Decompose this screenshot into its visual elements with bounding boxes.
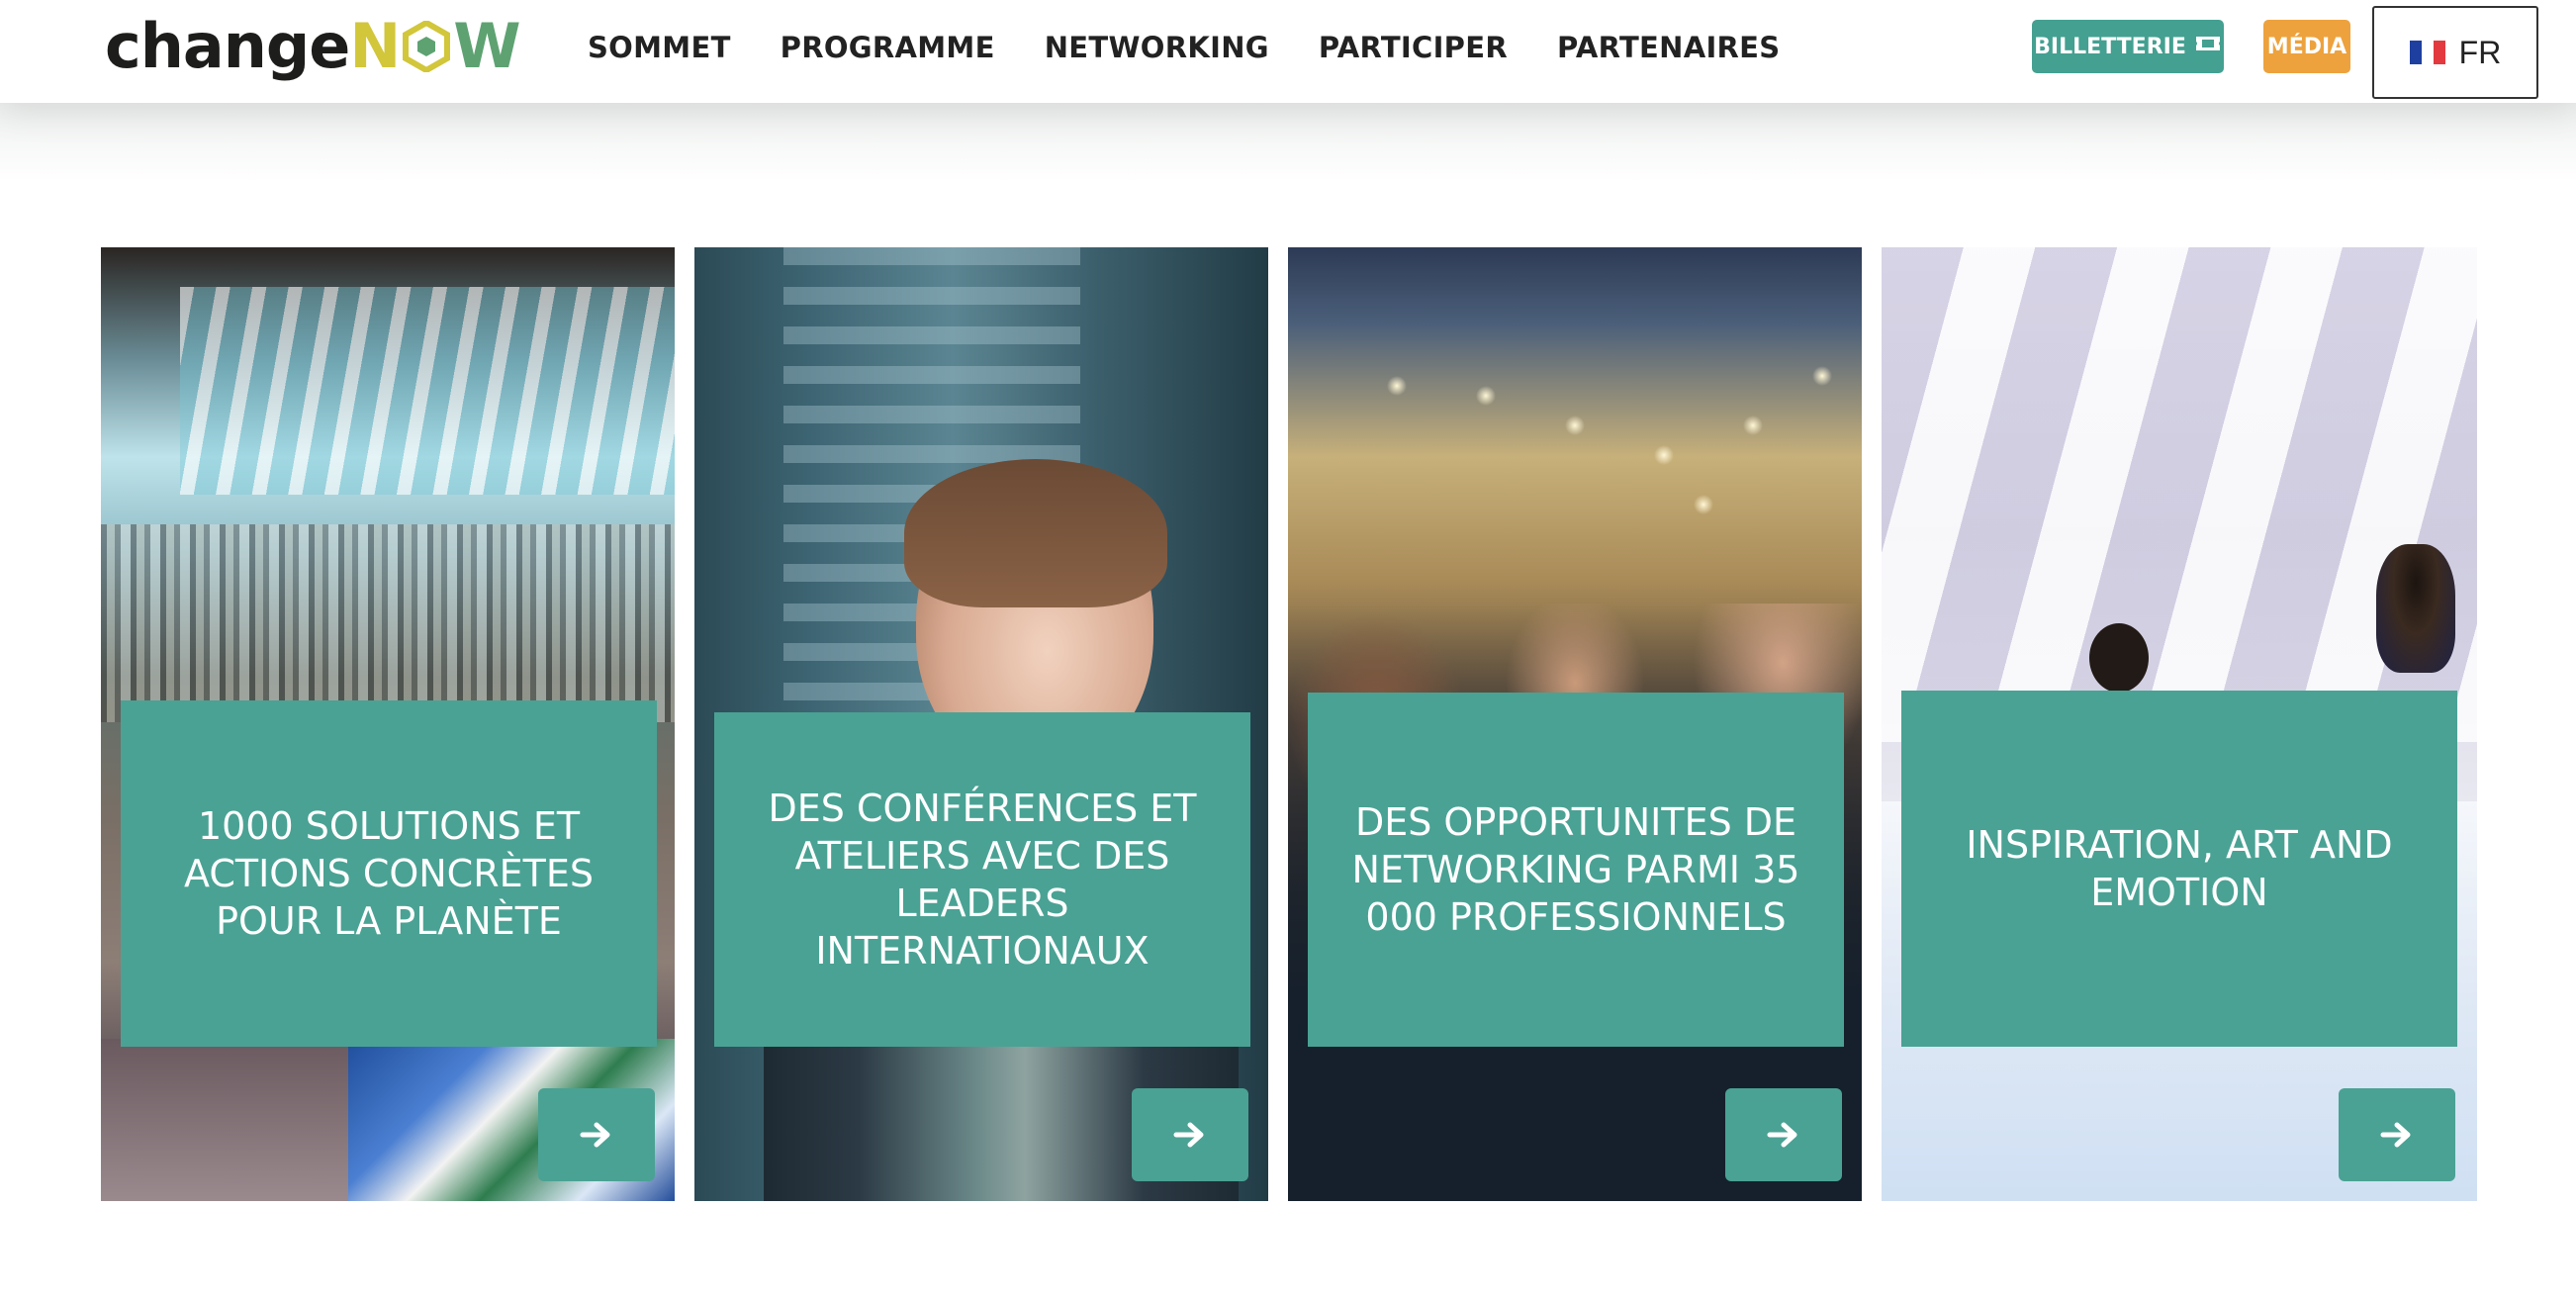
card-title-panel: DES CONFÉRENCES ET ATELIERS AVEC DES LEA… <box>714 712 1250 1047</box>
feature-card-networking[interactable]: DES OPPORTUNITES DE NETWORKING PARMI 35 … <box>1288 247 1862 1201</box>
main-nav: SOMMET PROGRAMME NETWORKING PARTICIPER P… <box>588 0 1829 95</box>
site-header: change N W SOMMET PROGRAMME NETWORKING P… <box>0 0 2576 103</box>
card-arrow-button[interactable] <box>2339 1088 2455 1181</box>
logo-text-change: change <box>105 10 350 82</box>
language-label: FR <box>2458 34 2502 70</box>
changenow-logo[interactable]: change N W <box>105 10 521 82</box>
card-title-panel: 1000 SOLUTIONS ET ACTIONS CONCRÈTES POUR… <box>121 700 657 1047</box>
language-selector[interactable]: FR <box>2372 6 2538 99</box>
logo-hexagon-icon <box>401 21 452 72</box>
arrow-right-icon <box>1173 1122 1204 1148</box>
media-label: MÉDIA <box>2266 34 2347 59</box>
card-title: DES CONFÉRENCES ET ATELIERS AVEC DES LEA… <box>768 787 1197 973</box>
nav-item-programme[interactable]: PROGRAMME <box>781 31 995 64</box>
media-button[interactable]: MÉDIA <box>2263 20 2350 73</box>
ticket-icon <box>2194 34 2222 59</box>
nav-item-participer[interactable]: PARTICIPER <box>1319 31 1508 64</box>
feature-card-conferences[interactable]: DES CONFÉRENCES ET ATELIERS AVEC DES LEA… <box>694 247 1268 1201</box>
logo-text-n: N <box>349 10 401 82</box>
nav-item-sommet[interactable]: SOMMET <box>588 31 731 64</box>
banner-edge <box>0 103 2576 182</box>
card-title: DES OPPORTUNITES DE NETWORKING PARMI 35 … <box>1351 800 1800 939</box>
nav-item-partenaires[interactable]: PARTENAIRES <box>1557 31 1781 64</box>
card-title-panel: DES OPPORTUNITES DE NETWORKING PARMI 35 … <box>1308 693 1844 1047</box>
logo-text-w: W <box>453 10 520 82</box>
arrow-right-icon <box>2380 1122 2411 1148</box>
card-arrow-button[interactable] <box>1132 1088 1248 1181</box>
arrow-right-icon <box>1767 1122 1797 1148</box>
card-arrow-button[interactable] <box>538 1088 655 1181</box>
nav-item-networking[interactable]: NETWORKING <box>1045 31 1269 64</box>
billetterie-button[interactable]: BILLETTERIE <box>2032 20 2224 73</box>
billetterie-label: BILLETTERIE <box>2034 34 2186 59</box>
card-title: 1000 SOLUTIONS ET ACTIONS CONCRÈTES POUR… <box>184 804 594 943</box>
feature-card-solutions[interactable]: 1000 SOLUTIONS ET ACTIONS CONCRÈTES POUR… <box>101 247 675 1201</box>
arrow-right-icon <box>580 1122 610 1148</box>
france-flag-icon <box>2409 41 2445 64</box>
card-title: INSPIRATION, ART AND EMOTION <box>1966 823 2393 914</box>
feature-card-inspiration[interactable]: INSPIRATION, ART AND EMOTION <box>1882 247 2477 1201</box>
card-title-panel: INSPIRATION, ART AND EMOTION <box>1901 691 2457 1047</box>
card-arrow-button[interactable] <box>1725 1088 1842 1181</box>
